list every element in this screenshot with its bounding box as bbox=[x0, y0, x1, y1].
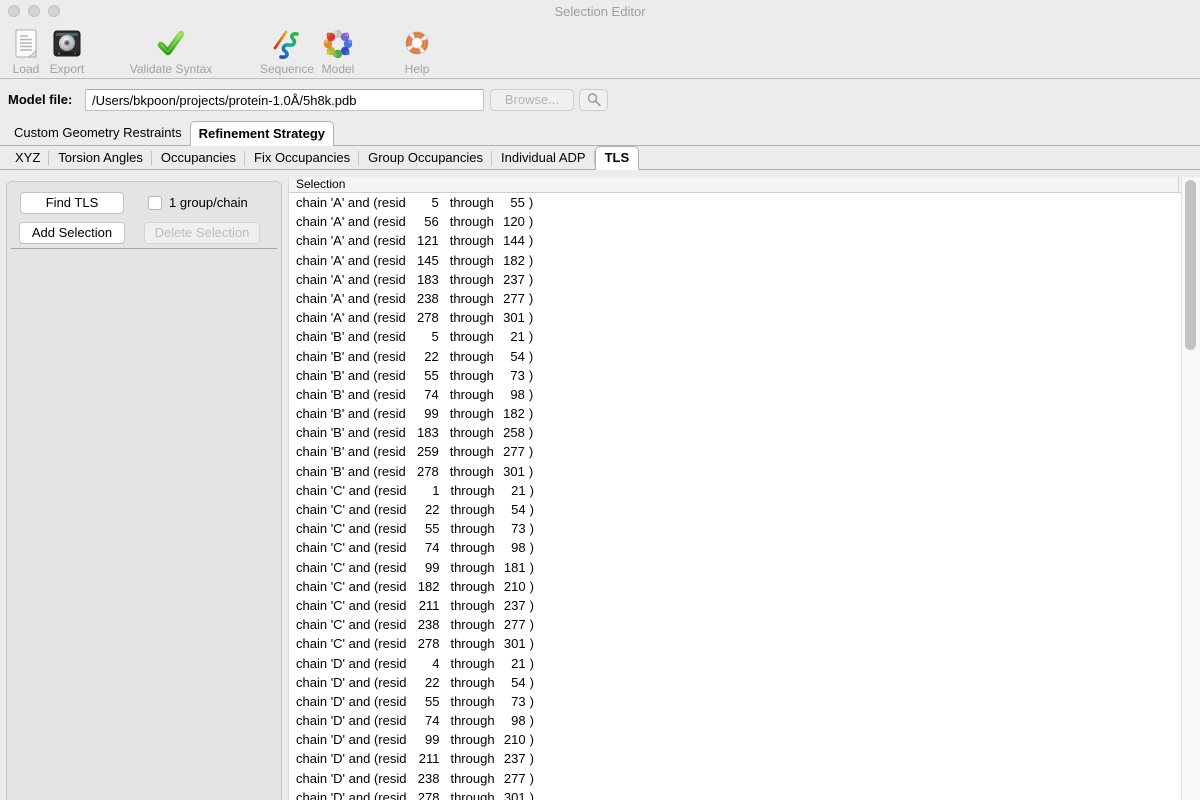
find-tls-button[interactable]: Find TLS bbox=[20, 192, 124, 214]
tls-controls-box: Find TLS 1 group/chain Add Selection Del… bbox=[6, 181, 282, 800]
model-file-input[interactable] bbox=[85, 89, 484, 111]
sequence-button[interactable]: Sequence bbox=[256, 26, 318, 76]
model-file-row: Model file: Browse... bbox=[0, 79, 1200, 121]
secondary-tab-bar: XYZ Torsion Angles Occupancies Fix Occup… bbox=[0, 146, 1200, 170]
selection-row[interactable]: chain 'C' and (resid238through277) bbox=[289, 615, 1181, 634]
selection-column-header[interactable]: Selection bbox=[289, 177, 1181, 193]
scrollbar-thumb[interactable] bbox=[1185, 180, 1196, 350]
one-group-per-chain-checkbox[interactable] bbox=[148, 196, 162, 210]
browse-button[interactable]: Browse... bbox=[490, 89, 574, 111]
toolbar: Load Export bbox=[0, 22, 1200, 79]
document-icon bbox=[11, 27, 41, 61]
selection-row[interactable]: chain 'B' and (resid74through98) bbox=[289, 385, 1181, 404]
divider bbox=[11, 248, 277, 249]
export-button[interactable]: Export bbox=[44, 26, 90, 76]
selection-row[interactable]: chain 'C' and (resid74through98) bbox=[289, 538, 1181, 557]
title-bar: Selection Editor bbox=[0, 0, 1200, 22]
selection-row[interactable]: chain 'C' and (resid278through301) bbox=[289, 634, 1181, 653]
selection-row[interactable]: chain 'A' and (resid278through301) bbox=[289, 308, 1181, 327]
tab-fix-occupancies[interactable]: Fix Occupancies bbox=[245, 146, 359, 169]
selection-row[interactable]: chain 'A' and (resid145through182) bbox=[289, 251, 1181, 270]
add-selection-button[interactable]: Add Selection bbox=[19, 222, 125, 244]
selection-row[interactable]: chain 'C' and (resid99through181) bbox=[289, 558, 1181, 577]
lifebuoy-icon bbox=[402, 27, 432, 61]
selection-row[interactable]: chain 'A' and (resid121through144) bbox=[289, 231, 1181, 250]
selection-row[interactable]: chain 'B' and (resid22through54) bbox=[289, 347, 1181, 366]
toolbar-item-label: Export bbox=[50, 62, 85, 76]
selection-row[interactable]: chain 'A' and (resid238through277) bbox=[289, 289, 1181, 308]
search-button[interactable] bbox=[579, 89, 608, 111]
primary-tab-bar: Custom Geometry Restraints Refinement St… bbox=[0, 121, 1200, 146]
selection-row[interactable]: chain 'C' and (resid1through21) bbox=[289, 481, 1181, 500]
tab-individual-adp[interactable]: Individual ADP bbox=[492, 146, 595, 169]
tab-custom-geometry-restraints[interactable]: Custom Geometry Restraints bbox=[6, 121, 190, 145]
selection-row[interactable]: chain 'B' and (resid99through182) bbox=[289, 404, 1181, 423]
toolbar-item-label: Validate Syntax bbox=[130, 62, 213, 76]
selection-row[interactable]: chain 'D' and (resid211through237) bbox=[289, 749, 1181, 768]
selection-row[interactable]: chain 'B' and (resid55through73) bbox=[289, 366, 1181, 385]
model-button[interactable]: Model bbox=[312, 26, 364, 76]
selection-row[interactable]: chain 'C' and (resid55through73) bbox=[289, 519, 1181, 538]
selection-list: Selection chain 'A' and (resid5through55… bbox=[288, 177, 1181, 800]
molecule-model-icon bbox=[322, 27, 354, 61]
selection-column-header-label: Selection bbox=[296, 177, 345, 191]
selection-row[interactable]: chain 'C' and (resid211through237) bbox=[289, 596, 1181, 615]
tab-xyz[interactable]: XYZ bbox=[6, 146, 49, 169]
magnifier-icon bbox=[586, 92, 602, 108]
tls-panel: Find TLS 1 group/chain Add Selection Del… bbox=[0, 171, 1200, 800]
selection-row[interactable]: chain 'C' and (resid22through54) bbox=[289, 500, 1181, 519]
selection-row[interactable]: chain 'C' and (resid182through210) bbox=[289, 577, 1181, 596]
selection-row[interactable]: chain 'D' and (resid22through54) bbox=[289, 673, 1181, 692]
selection-row[interactable]: chain 'B' and (resid5through21) bbox=[289, 327, 1181, 346]
selection-row[interactable]: chain 'B' and (resid183through258) bbox=[289, 423, 1181, 442]
selection-row[interactable]: chain 'A' and (resid56through120) bbox=[289, 212, 1181, 231]
selection-row[interactable]: chain 'A' and (resid183through237) bbox=[289, 270, 1181, 289]
help-button[interactable]: Help bbox=[390, 26, 444, 76]
selection-row[interactable]: chain 'A' and (resid5through55) bbox=[289, 193, 1181, 212]
tab-torsion-angles[interactable]: Torsion Angles bbox=[49, 146, 152, 169]
selection-row[interactable]: chain 'B' and (resid259through277) bbox=[289, 442, 1181, 461]
selection-row[interactable]: chain 'D' and (resid74through98) bbox=[289, 711, 1181, 730]
tab-occupancies[interactable]: Occupancies bbox=[152, 146, 245, 169]
selection-row[interactable]: chain 'D' and (resid238through277) bbox=[289, 769, 1181, 788]
one-group-per-chain-label[interactable]: 1 group/chain bbox=[169, 195, 248, 210]
harddrive-icon bbox=[52, 27, 82, 61]
selection-list-body: chain 'A' and (resid5through55)chain 'A'… bbox=[289, 193, 1181, 800]
selection-row[interactable]: chain 'D' and (resid55through73) bbox=[289, 692, 1181, 711]
selection-row[interactable]: chain 'D' and (resid99through210) bbox=[289, 730, 1181, 749]
selection-row[interactable]: chain 'D' and (resid4through21) bbox=[289, 654, 1181, 673]
selection-row[interactable]: chain 'D' and (resid278through301) bbox=[289, 788, 1181, 800]
helix-sequence-icon bbox=[271, 27, 303, 61]
model-file-label: Model file: bbox=[8, 92, 72, 107]
toolbar-item-label: Help bbox=[405, 62, 430, 76]
toolbar-item-label: Load bbox=[13, 62, 40, 76]
tab-refinement-strategy[interactable]: Refinement Strategy bbox=[190, 121, 334, 146]
tab-tls[interactable]: TLS bbox=[595, 146, 640, 170]
validate-syntax-button[interactable]: Validate Syntax bbox=[124, 26, 218, 76]
tab-group-occupancies[interactable]: Group Occupancies bbox=[359, 146, 492, 169]
green-check-icon bbox=[156, 27, 186, 61]
selection-row[interactable]: chain 'B' and (resid278through301) bbox=[289, 462, 1181, 481]
toolbar-item-label: Sequence bbox=[260, 62, 314, 76]
column-divider bbox=[1178, 177, 1179, 193]
toolbar-item-label: Model bbox=[322, 62, 355, 76]
vertical-scrollbar[interactable] bbox=[1181, 177, 1200, 800]
window-title: Selection Editor bbox=[0, 4, 1200, 19]
delete-selection-button: Delete Selection bbox=[144, 222, 260, 244]
load-button[interactable]: Load bbox=[4, 26, 48, 76]
